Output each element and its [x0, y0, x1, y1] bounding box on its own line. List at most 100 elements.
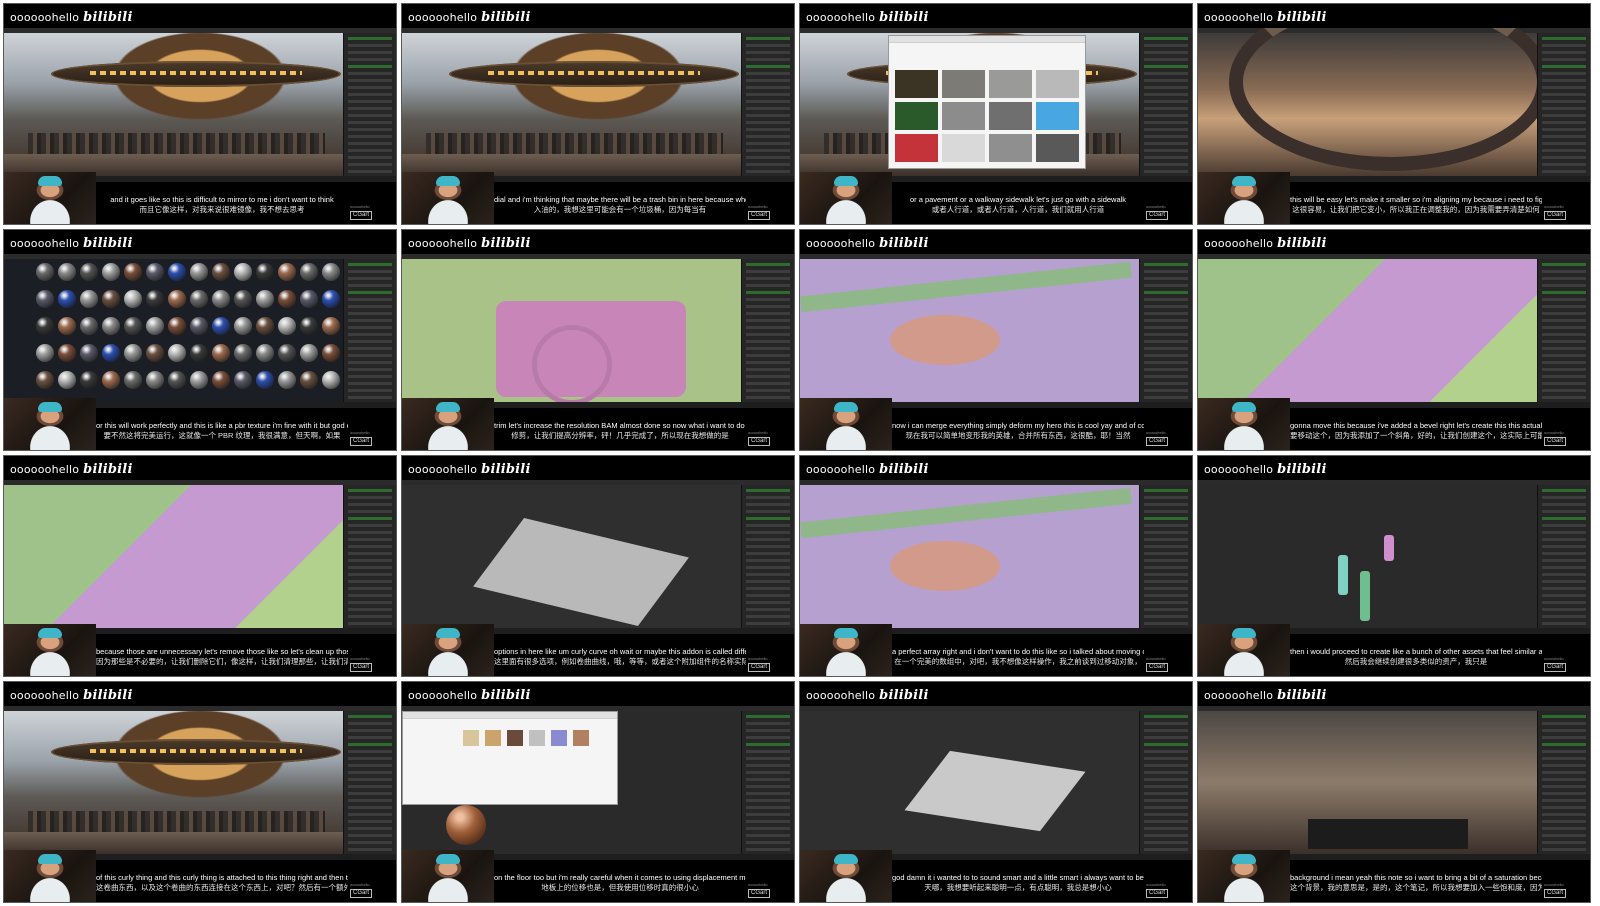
material-swatch[interactable]	[124, 317, 142, 335]
material-swatch[interactable]	[190, 344, 208, 362]
material-swatch[interactable]	[212, 317, 230, 335]
material-swatch[interactable]	[256, 263, 274, 281]
material-swatch[interactable]	[146, 290, 164, 308]
file-icon[interactable]	[573, 730, 589, 746]
material-swatch[interactable]	[102, 263, 120, 281]
video-thumbnail-10[interactable]: oooooohello bilibili options in here like…	[401, 455, 795, 677]
material-swatch[interactable]	[300, 317, 318, 335]
material-swatch[interactable]	[234, 371, 252, 389]
asset-thumbnail[interactable]	[1036, 102, 1079, 130]
material-swatch[interactable]	[168, 263, 186, 281]
material-swatch[interactable]	[58, 290, 76, 308]
material-swatch[interactable]	[256, 371, 274, 389]
material-swatch[interactable]	[146, 317, 164, 335]
asset-browser-window[interactable]	[888, 35, 1086, 169]
material-swatch[interactable]	[146, 344, 164, 362]
material-swatch[interactable]	[190, 263, 208, 281]
material-swatch[interactable]	[322, 290, 340, 308]
material-swatch[interactable]	[168, 290, 186, 308]
asset-thumbnail[interactable]	[942, 70, 985, 98]
material-swatch[interactable]	[36, 344, 54, 362]
material-swatch[interactable]	[300, 344, 318, 362]
video-thumbnail-11[interactable]: oooooohello bilibili a perfect array righ…	[799, 455, 1193, 677]
asset-thumbnail[interactable]	[989, 134, 1032, 162]
material-swatch[interactable]	[36, 290, 54, 308]
material-swatch[interactable]	[168, 344, 186, 362]
material-swatch[interactable]	[256, 317, 274, 335]
material-swatch[interactable]	[190, 290, 208, 308]
material-swatch[interactable]	[234, 344, 252, 362]
material-swatch[interactable]	[102, 290, 120, 308]
material-swatch[interactable]	[278, 344, 296, 362]
file-explorer-window[interactable]	[402, 711, 618, 805]
material-swatch[interactable]	[146, 371, 164, 389]
material-swatch[interactable]	[278, 290, 296, 308]
asset-thumbnail[interactable]	[1036, 70, 1079, 98]
video-thumbnail-15[interactable]: oooooohello bilibili god damn it i wanted…	[799, 681, 1193, 903]
material-swatch[interactable]	[322, 317, 340, 335]
material-swatch[interactable]	[212, 263, 230, 281]
video-thumbnail-6[interactable]: oooooohello bilibili trim let's increase …	[401, 229, 795, 451]
video-thumbnail-16[interactable]: oooooohello bilibili background i mean ye…	[1197, 681, 1591, 903]
material-swatch[interactable]	[80, 290, 98, 308]
material-swatch[interactable]	[124, 371, 142, 389]
video-thumbnail-7[interactable]: oooooohello bilibili now i can merge ever…	[799, 229, 1193, 451]
material-swatch[interactable]	[234, 317, 252, 335]
asset-thumbnail[interactable]	[942, 134, 985, 162]
material-swatch[interactable]	[278, 263, 296, 281]
material-swatch[interactable]	[190, 317, 208, 335]
material-swatch[interactable]	[36, 263, 54, 281]
video-thumbnail-5[interactable]: oooooohello bilibili or this will work pe…	[3, 229, 397, 451]
file-icon[interactable]	[529, 730, 545, 746]
asset-thumbnail[interactable]	[895, 134, 938, 162]
material-swatch[interactable]	[300, 263, 318, 281]
asset-thumbnail[interactable]	[1036, 134, 1079, 162]
material-swatch[interactable]	[212, 344, 230, 362]
asset-thumbnail[interactable]	[895, 102, 938, 130]
file-icon[interactable]	[507, 730, 523, 746]
video-thumbnail-2[interactable]: oooooohello bilibili dial and i'm thinkin…	[401, 3, 795, 225]
material-swatch[interactable]	[58, 317, 76, 335]
material-swatch[interactable]	[36, 317, 54, 335]
video-thumbnail-1[interactable]: oooooohello bilibili and it goes like so …	[3, 3, 397, 225]
video-thumbnail-13[interactable]: oooooohello bilibili of this curly thing …	[3, 681, 397, 903]
file-icon[interactable]	[551, 730, 567, 746]
asset-thumbnail[interactable]	[989, 102, 1032, 130]
material-swatch[interactable]	[58, 263, 76, 281]
material-swatch[interactable]	[124, 290, 142, 308]
material-swatch[interactable]	[300, 290, 318, 308]
material-swatch[interactable]	[102, 317, 120, 335]
material-swatch[interactable]	[322, 344, 340, 362]
material-swatch[interactable]	[36, 371, 54, 389]
material-swatch[interactable]	[168, 317, 186, 335]
video-thumbnail-8[interactable]: oooooohello bilibili gonna move this beca…	[1197, 229, 1591, 451]
material-swatch[interactable]	[190, 371, 208, 389]
material-swatch[interactable]	[212, 290, 230, 308]
material-swatch[interactable]	[80, 344, 98, 362]
material-swatch[interactable]	[58, 344, 76, 362]
asset-thumbnail[interactable]	[989, 70, 1032, 98]
video-thumbnail-12[interactable]: oooooohello bilibili then i would proceed…	[1197, 455, 1591, 677]
video-thumbnail-3[interactable]: oooooohello bilibili or a pavement or a w…	[799, 3, 1193, 225]
material-swatch[interactable]	[278, 317, 296, 335]
material-swatch[interactable]	[168, 371, 186, 389]
material-swatch[interactable]	[322, 263, 340, 281]
video-thumbnail-14[interactable]: oooooohello bilibili on the floor too but…	[401, 681, 795, 903]
material-swatch[interactable]	[58, 371, 76, 389]
material-swatch[interactable]	[146, 263, 164, 281]
asset-thumbnail[interactable]	[942, 102, 985, 130]
material-swatch[interactable]	[300, 371, 318, 389]
material-swatch[interactable]	[80, 371, 98, 389]
file-icon[interactable]	[485, 730, 501, 746]
material-swatch[interactable]	[278, 371, 296, 389]
material-swatch[interactable]	[256, 344, 274, 362]
material-swatch[interactable]	[102, 371, 120, 389]
material-swatch[interactable]	[322, 371, 340, 389]
file-icon[interactable]	[463, 730, 479, 746]
material-swatch[interactable]	[256, 290, 274, 308]
node-editor[interactable]	[1308, 819, 1468, 849]
video-thumbnail-4[interactable]: oooooohello bilibili this will be easy le…	[1197, 3, 1591, 225]
material-swatch[interactable]	[212, 371, 230, 389]
material-swatch[interactable]	[234, 290, 252, 308]
material-swatch[interactable]	[124, 263, 142, 281]
